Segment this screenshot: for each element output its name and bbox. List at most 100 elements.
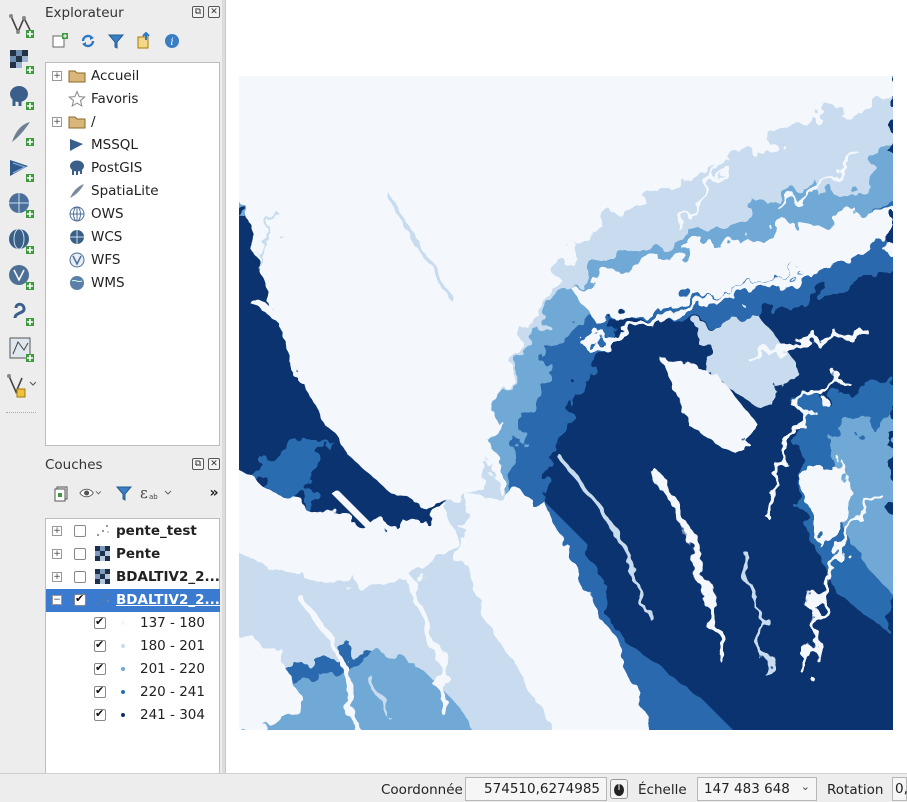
class-visibility-checkbox[interactable] <box>94 638 106 652</box>
point-layer-icon <box>95 523 111 539</box>
browser-item-label: SpatiaLite <box>91 183 159 199</box>
class-symbol-swatch <box>121 713 125 717</box>
folder-icon <box>68 113 86 131</box>
add-spatialite-layer-icon[interactable] <box>6 118 36 148</box>
browser-item[interactable]: PostGIS <box>46 157 220 180</box>
browser-toolbar: i <box>49 30 183 54</box>
legend-class-item[interactable]: 180 - 201 <box>46 635 220 658</box>
filter-legend-icon[interactable] <box>113 482 135 504</box>
layers-tree: + pente_test + Pente + BDALTIV2_2... − BDALTIV2… <box>45 518 220 774</box>
star-icon <box>68 90 86 108</box>
browser-item[interactable]: + Accueil <box>46 65 220 88</box>
browser-item[interactable]: Favoris <box>46 88 220 111</box>
point-layer-icon <box>95 592 111 608</box>
rotation-field[interactable]: 0, <box>892 777 907 801</box>
expand-plus-icon[interactable]: + <box>52 117 62 127</box>
collapse-minus-icon[interactable]: − <box>52 595 62 605</box>
qgis-window: Explorateur ⧉ ✕ i + Accueil Favoris + / MSSQL… <box>0 0 907 802</box>
expand-plus-icon[interactable]: + <box>52 71 62 81</box>
browser-item[interactable]: OWS <box>46 203 220 226</box>
add-selected-layers-icon[interactable] <box>49 30 71 52</box>
browser-item-label: WCS <box>91 229 123 245</box>
lock-extent-toggle[interactable] <box>610 779 628 799</box>
coordinate-field[interactable]: 574510,6274985 <box>465 777 607 801</box>
browser-tree: + Accueil Favoris + / MSSQL PostGIS SpatiaLite O… <box>45 62 220 446</box>
class-visibility-checkbox[interactable] <box>94 615 106 629</box>
class-visibility-checkbox[interactable] <box>94 661 106 675</box>
add-raster-layer-icon[interactable] <box>6 46 36 76</box>
legend-class-item[interactable]: 220 - 241 <box>46 681 220 704</box>
scale-combobox[interactable]: 147 483 648 ⌄ <box>697 777 817 801</box>
collapse-all-icon[interactable] <box>133 30 155 52</box>
class-symbol-swatch <box>121 621 125 625</box>
class-range-label: 220 - 241 <box>140 684 205 700</box>
layer-name: Pente <box>116 546 161 562</box>
refresh-icon[interactable] <box>77 30 99 52</box>
filter-expression-icon[interactable]: ε ab <box>139 482 175 504</box>
add-virtual-layer-icon[interactable] <box>6 334 36 364</box>
layers-toolbar: ε ab » <box>49 482 221 508</box>
svg-text:ab: ab <box>149 493 158 501</box>
raster-layer-icon <box>95 546 111 562</box>
float-panel-button[interactable]: ⧉ <box>192 6 204 18</box>
close-panel-button[interactable]: ✕ <box>208 458 220 470</box>
add-group-icon[interactable] <box>51 482 73 504</box>
class-range-label: 241 - 304 <box>140 707 205 723</box>
add-delimited-text-layer-icon[interactable] <box>6 298 36 328</box>
add-wfs-layer-icon[interactable] <box>6 262 36 292</box>
class-visibility-checkbox[interactable] <box>94 684 106 698</box>
class-visibility-checkbox[interactable] <box>94 707 106 721</box>
ows-globe-icon <box>68 205 86 223</box>
browser-item[interactable]: WCS <box>46 226 220 249</box>
add-wcs-layer-icon[interactable] <box>6 226 36 256</box>
svg-text:i: i <box>170 37 173 48</box>
browser-item-label: MSSQL <box>91 137 138 153</box>
layer-visibility-checkbox[interactable] <box>74 525 86 537</box>
legend-class-item[interactable]: 137 - 180 <box>46 612 220 635</box>
legend-class-item[interactable]: 241 - 304 <box>46 704 220 727</box>
new-layer-dropdown-icon[interactable] <box>6 370 37 400</box>
browser-item-label: / <box>91 114 96 130</box>
layer-visibility-checkbox[interactable] <box>74 592 86 606</box>
layer-item[interactable]: + Pente <box>46 543 220 566</box>
visibility-eye-icon[interactable] <box>79 482 101 504</box>
close-panel-button[interactable]: ✕ <box>208 6 220 18</box>
expand-plus-icon[interactable]: + <box>52 549 62 559</box>
properties-info-icon[interactable]: i <box>161 30 183 52</box>
browser-item-label: Accueil <box>91 68 140 84</box>
add-vector-layer-icon[interactable] <box>6 10 36 40</box>
layer-visibility-checkbox[interactable] <box>74 571 86 583</box>
add-layer-toolbar <box>0 0 42 420</box>
elevation-raster-map[interactable] <box>239 76 893 730</box>
layer-item[interactable]: + pente_test <box>46 520 220 543</box>
filter-icon[interactable] <box>105 30 127 52</box>
layer-item[interactable]: − BDALTIV2_2... <box>46 589 220 612</box>
browser-item[interactable]: WMS <box>46 272 220 295</box>
status-bar: Coordonnée 574510,6274985 Échelle 147 48… <box>0 773 907 802</box>
layer-name: pente_test <box>116 523 197 539</box>
layer-visibility-checkbox[interactable] <box>74 548 86 560</box>
expand-plus-icon[interactable]: + <box>52 526 62 536</box>
browser-item[interactable]: SpatiaLite <box>46 180 220 203</box>
layer-name: BDALTIV2_2... <box>116 592 220 608</box>
browser-panel-title: Explorateur <box>45 5 124 21</box>
chevron-down-icon[interactable]: ⌄ <box>801 780 810 793</box>
map-canvas[interactable] <box>225 0 907 773</box>
browser-item[interactable]: MSSQL <box>46 134 220 157</box>
raster-layer-icon <box>95 569 111 585</box>
spatialite-feather-icon <box>68 182 86 200</box>
add-wms-layer-icon[interactable] <box>6 190 36 220</box>
layer-item[interactable]: + BDALTIV2_2... <box>46 566 220 589</box>
legend-class-item[interactable]: 201 - 220 <box>46 658 220 681</box>
float-panel-button[interactable]: ⧉ <box>192 458 204 470</box>
class-range-label: 180 - 201 <box>140 638 205 654</box>
browser-item[interactable]: + / <box>46 111 220 134</box>
scale-label: Échelle <box>638 782 687 798</box>
expand-plus-icon[interactable]: + <box>52 572 62 582</box>
browser-item[interactable]: WFS <box>46 249 220 272</box>
svg-text:ε: ε <box>140 484 148 502</box>
mssql-icon <box>68 136 86 154</box>
add-mssql-layer-icon[interactable] <box>6 154 36 184</box>
add-postgis-layer-icon[interactable] <box>6 82 36 112</box>
rotation-label: Rotation <box>827 782 884 798</box>
